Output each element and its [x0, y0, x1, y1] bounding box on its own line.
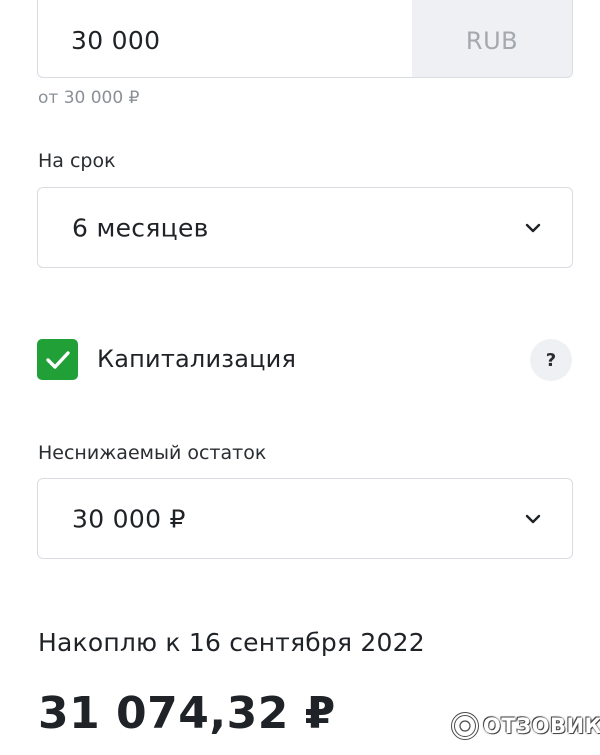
help-button[interactable]: ?	[530, 339, 572, 381]
chevron-down-icon	[525, 223, 541, 232]
watermark-text: ОТЗОВИК	[483, 714, 600, 738]
currency-tag: RUB	[412, 0, 572, 77]
term-selected-value: 6 месяцев	[72, 213, 209, 242]
amount-field[interactable]: 30 000 RUB	[37, 0, 573, 78]
checkmark-icon	[45, 350, 70, 369]
min-balance-select[interactable]: 30 000 ₽	[37, 478, 573, 559]
amount-minimum-hint: от 30 000 ₽	[38, 88, 140, 108]
term-label: На срок	[38, 150, 116, 172]
amount-input-value[interactable]: 30 000	[71, 26, 160, 55]
deposit-calculator: 30 000 RUB от 30 000 ₽ На срок 6 месяцев…	[0, 0, 600, 755]
otzovik-watermark: ОТЗОВИК	[450, 711, 600, 741]
term-select[interactable]: 6 месяцев	[37, 187, 573, 268]
capitalization-label[interactable]: Капитализация	[97, 345, 296, 373]
result-amount: 31 074,32 ₽	[38, 688, 336, 739]
watermark-logo-icon	[451, 712, 479, 740]
result-caption: Накоплю к 16 сентября 2022	[38, 628, 425, 657]
min-balance-selected-value: 30 000 ₽	[72, 504, 186, 533]
capitalization-checkbox[interactable]	[37, 339, 78, 380]
min-balance-label: Неснижаемый остаток	[38, 442, 267, 464]
chevron-down-icon	[525, 514, 541, 523]
question-icon: ?	[545, 349, 557, 371]
